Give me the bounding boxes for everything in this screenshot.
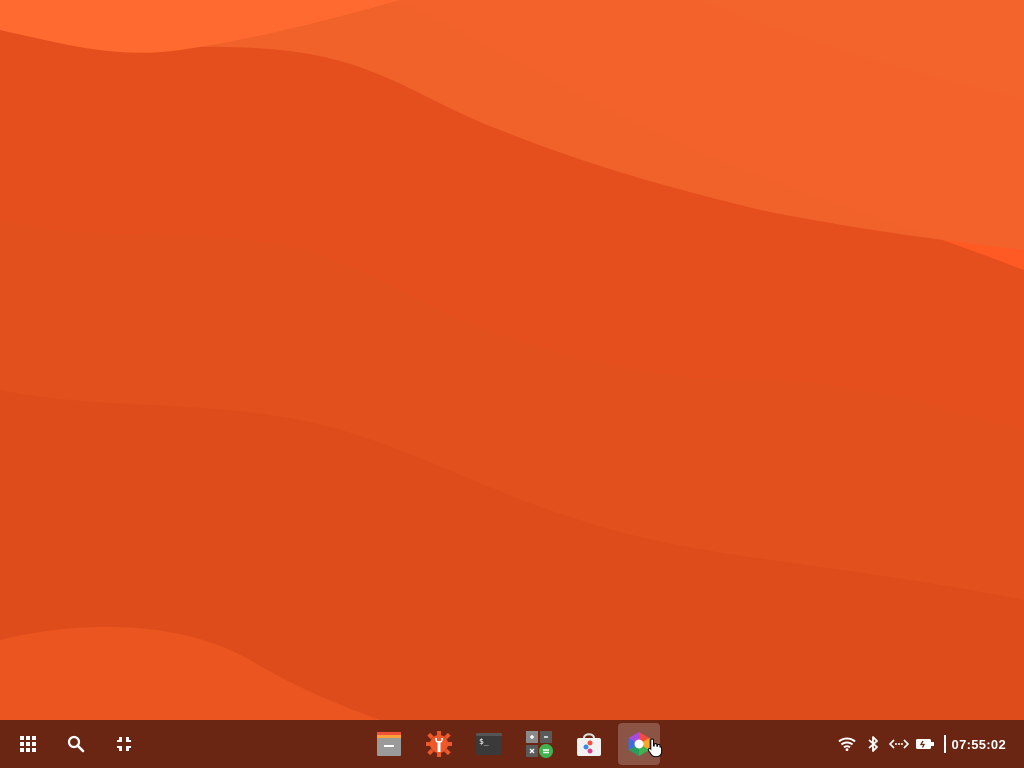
bluetooth-button[interactable] [860, 731, 886, 757]
wallpaper [0, 0, 1024, 720]
dock: $_ [364, 720, 664, 768]
battery-button[interactable] [912, 731, 938, 757]
wifi-icon [837, 737, 856, 751]
files-icon [377, 732, 401, 756]
taskbar: $_ 07:55:02 [0, 720, 1024, 768]
system-tray: 07:55:02 [834, 720, 1006, 768]
desktop[interactable] [0, 0, 1024, 720]
network-button[interactable] [886, 731, 912, 757]
settings-app-button[interactable] [418, 723, 460, 765]
bluetooth-icon [867, 736, 878, 752]
calculator-app-button[interactable] [518, 723, 560, 765]
workspaces-button[interactable] [100, 720, 148, 768]
terminal-icon: $_ [476, 733, 502, 755]
terminal-app-button[interactable]: $_ [468, 723, 510, 765]
taskbar-left [4, 720, 148, 768]
settings-icon [426, 731, 452, 757]
calculator-icon [526, 731, 553, 758]
search-icon [67, 735, 85, 753]
search-button[interactable] [52, 720, 100, 768]
browser-app-button[interactable] [618, 723, 660, 765]
network-icon [888, 739, 909, 749]
battery-icon [915, 739, 934, 749]
workspace-icon [117, 737, 131, 751]
files-app-button[interactable] [368, 723, 410, 765]
browser-icon [628, 732, 650, 756]
wifi-button[interactable] [834, 731, 860, 757]
app-store-icon [577, 733, 601, 756]
app-grid-button[interactable] [4, 720, 52, 768]
terminal-glyph: $_ [479, 737, 489, 746]
app-store-app-button[interactable] [568, 723, 610, 765]
tray-separator [943, 735, 946, 753]
grid-icon [20, 736, 36, 752]
clock[interactable]: 07:55:02 [952, 737, 1006, 752]
